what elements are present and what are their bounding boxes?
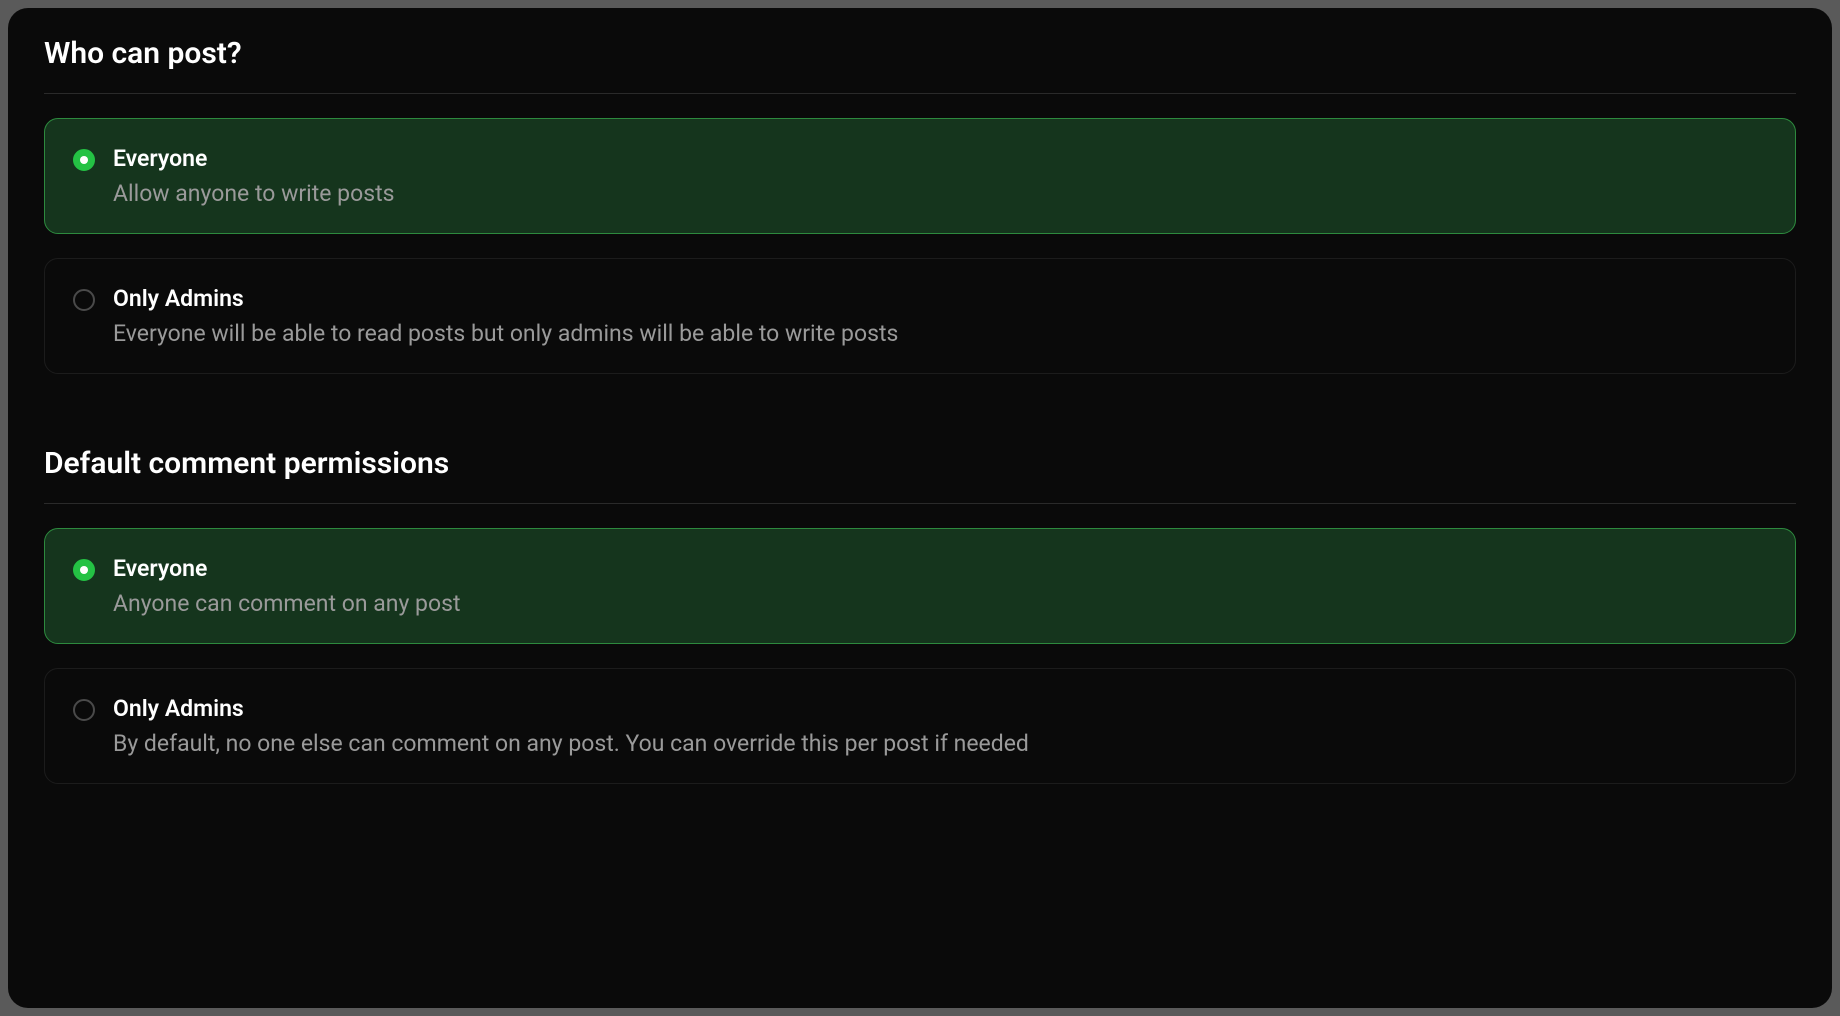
option-desc: Anyone can comment on any post (113, 590, 460, 617)
posting-option-admins[interactable]: Only Admins Everyone will be able to rea… (44, 258, 1796, 374)
option-label: Only Admins (113, 695, 1029, 722)
comments-title: Default comment permissions (44, 446, 1796, 504)
radio-icon (73, 149, 95, 171)
settings-panel: Who can post? Everyone Allow anyone to w… (8, 8, 1832, 1008)
option-content: Only Admins Everyone will be able to rea… (113, 285, 898, 347)
option-desc: Everyone will be able to read posts but … (113, 320, 898, 347)
option-label: Everyone (113, 555, 460, 582)
option-content: Everyone Anyone can comment on any post (113, 555, 460, 617)
comments-option-admins[interactable]: Only Admins By default, no one else can … (44, 668, 1796, 784)
option-label: Only Admins (113, 285, 898, 312)
radio-icon (73, 559, 95, 581)
option-content: Everyone Allow anyone to write posts (113, 145, 394, 207)
comments-option-everyone[interactable]: Everyone Anyone can comment on any post (44, 528, 1796, 644)
radio-icon (73, 289, 95, 311)
option-label: Everyone (113, 145, 394, 172)
option-desc: By default, no one else can comment on a… (113, 730, 1029, 757)
posting-section: Who can post? Everyone Allow anyone to w… (44, 36, 1796, 374)
option-desc: Allow anyone to write posts (113, 180, 394, 207)
posting-option-everyone[interactable]: Everyone Allow anyone to write posts (44, 118, 1796, 234)
option-content: Only Admins By default, no one else can … (113, 695, 1029, 757)
posting-title: Who can post? (44, 36, 1796, 94)
comments-section: Default comment permissions Everyone Any… (44, 446, 1796, 784)
radio-icon (73, 699, 95, 721)
